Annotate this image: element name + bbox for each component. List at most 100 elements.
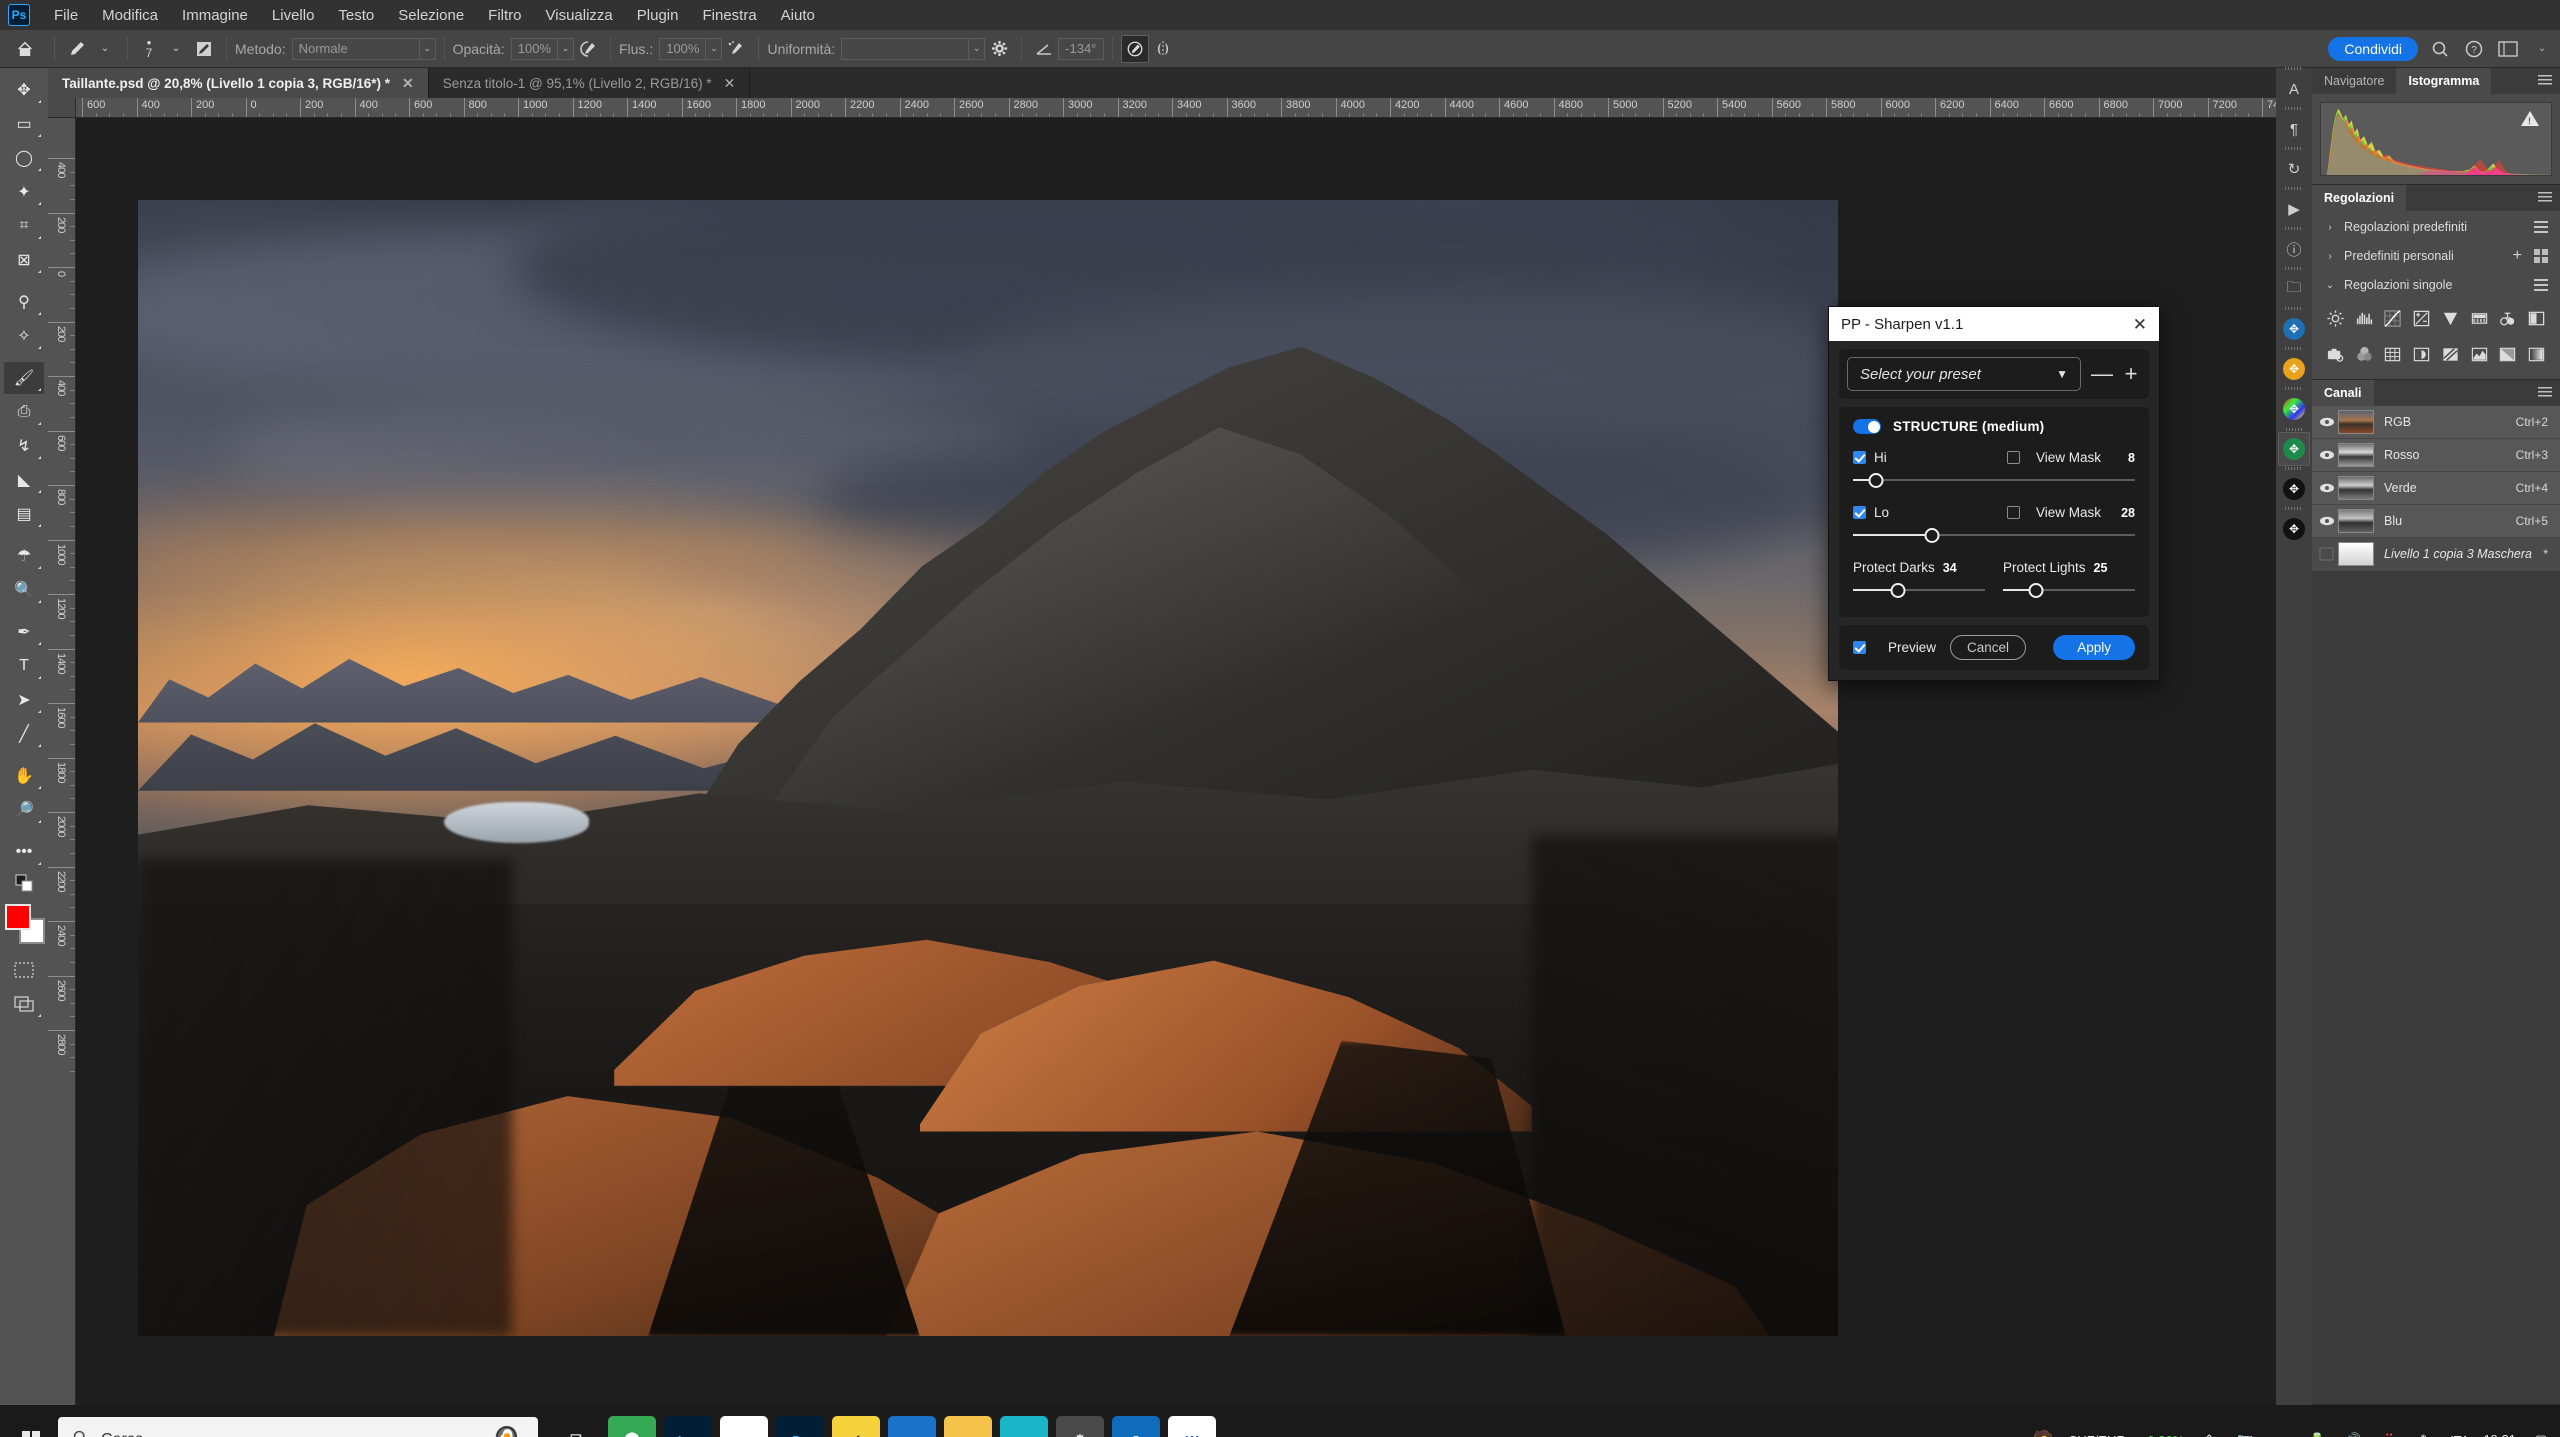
brush-panel-toggle-icon[interactable] bbox=[190, 35, 218, 63]
channel-row[interactable]: RGB Ctrl+2 bbox=[2312, 406, 2560, 439]
canvas-image[interactable] bbox=[138, 200, 1838, 1336]
opacity-value[interactable]: 100% bbox=[510, 37, 558, 60]
plugin-black2-icon[interactable]: ✥ bbox=[2278, 507, 2310, 546]
symmetry-icon[interactable] bbox=[1149, 35, 1177, 63]
dialog-title-bar[interactable]: PP - Sharpen v1.1 ✕ bbox=[1829, 307, 2159, 341]
panel-menu-icon[interactable] bbox=[2538, 75, 2552, 87]
line-shape-tool[interactable]: ╱ bbox=[4, 718, 44, 750]
channel-row[interactable]: Blu Ctrl+5 bbox=[2312, 505, 2560, 538]
channel-row[interactable]: Verde Ctrl+4 bbox=[2312, 472, 2560, 505]
show-hidden-icons-icon[interactable]: ⌃ bbox=[2198, 1429, 2220, 1437]
color-balance-icon[interactable] bbox=[2495, 305, 2522, 331]
structure-toggle[interactable] bbox=[1853, 419, 1881, 434]
menu-aiuto[interactable]: Aiuto bbox=[769, 3, 827, 28]
menu-filtro[interactable]: Filtro bbox=[476, 3, 533, 28]
angle-value[interactable]: -134° bbox=[1058, 37, 1105, 60]
menu-immagine[interactable]: Immagine bbox=[170, 3, 260, 28]
path-selection-tool[interactable]: ➤ bbox=[4, 684, 44, 716]
character-panel-icon[interactable]: A bbox=[2278, 67, 2310, 106]
close-icon[interactable]: ✕ bbox=[724, 75, 736, 92]
panel-menu-icon[interactable] bbox=[2538, 192, 2552, 204]
vertical-ruler[interactable]: 400 200 0 200 400 600 800 1000 1200 1400 1600 1800 2… bbox=[48, 118, 76, 1405]
pen-tool[interactable]: ✒ bbox=[4, 616, 44, 648]
frame-tool[interactable]: ⊠ bbox=[4, 244, 44, 276]
volume-icon[interactable]: 🔊 bbox=[2342, 1429, 2364, 1437]
plus-icon[interactable]: + bbox=[2513, 248, 2522, 264]
flow-value[interactable]: 100% bbox=[659, 37, 707, 60]
flow-chevron-icon[interactable]: ⌄ bbox=[706, 37, 723, 60]
tab-regolazioni[interactable]: Regolazioni bbox=[2312, 185, 2407, 211]
eye-visible-icon[interactable] bbox=[2316, 449, 2338, 461]
channel-mixer-icon[interactable] bbox=[2351, 341, 2378, 367]
crop-tool[interactable]: ⌗ bbox=[4, 210, 44, 242]
horizontal-ruler[interactable]: 600 400 200 0 200 400 600 800 1000 1200 1400 1600 18… bbox=[76, 98, 2276, 118]
menu-plugin[interactable]: Plugin bbox=[625, 3, 691, 28]
list-view-icon[interactable] bbox=[2534, 221, 2548, 233]
hand-tool[interactable]: ✋ bbox=[4, 760, 44, 792]
eyedropper-tool[interactable]: ⚲ bbox=[4, 286, 44, 318]
document-tab-1[interactable]: Senza titolo-1 @ 95,1% (Livello 2, RGB/1… bbox=[428, 68, 751, 98]
battery-icon[interactable]: 🔋 bbox=[2306, 1429, 2328, 1437]
method-value[interactable]: Normale bbox=[291, 37, 420, 60]
start-button[interactable] bbox=[8, 1417, 54, 1437]
vibrance-icon[interactable] bbox=[2437, 305, 2464, 331]
language-indicator[interactable]: ITA bbox=[2450, 1433, 2469, 1437]
home-icon[interactable] bbox=[10, 34, 40, 64]
opacity-chevron-icon[interactable]: ⌄ bbox=[557, 37, 574, 60]
taskbar-settings-icon[interactable]: ⚙ bbox=[1056, 1416, 1104, 1437]
hi-checkbox[interactable] bbox=[1853, 451, 1866, 464]
histogram-warning-icon[interactable] bbox=[2521, 111, 2539, 126]
remove-preset-button[interactable]: — bbox=[2091, 363, 2113, 385]
lo-slider[interactable] bbox=[1853, 524, 2135, 546]
marquee-tool[interactable]: ▭ bbox=[4, 108, 44, 140]
pen-icon[interactable]: ✎ bbox=[2414, 1429, 2436, 1437]
taskbar-app-green-icon[interactable] bbox=[720, 1416, 768, 1437]
play-panel-icon[interactable]: ▶ bbox=[2278, 187, 2310, 226]
color-lookup-icon[interactable] bbox=[2380, 341, 2407, 367]
type-tool[interactable]: T bbox=[4, 650, 44, 682]
channel-row[interactable]: Livello 1 copia 3 Maschera * bbox=[2312, 538, 2560, 571]
grid-view-icon[interactable] bbox=[2534, 249, 2548, 263]
menu-file[interactable]: File bbox=[42, 3, 90, 28]
taskbar-photoshop-icon[interactable]: Ps bbox=[776, 1416, 824, 1437]
tab-istogramma[interactable]: Istogramma bbox=[2396, 68, 2492, 94]
clock[interactable]: 19:21 bbox=[2483, 1432, 2516, 1437]
gradient-map-icon[interactable] bbox=[2495, 341, 2522, 367]
apply-button[interactable]: Apply bbox=[2053, 635, 2135, 660]
close-icon[interactable]: ✕ bbox=[2133, 316, 2147, 333]
protect-darks-slider[interactable] bbox=[1853, 579, 1985, 601]
eraser-tool[interactable]: ◣ bbox=[4, 464, 44, 496]
lo-checkbox[interactable] bbox=[1853, 506, 1866, 519]
preset-select[interactable]: Select your preset ▼ bbox=[1847, 357, 2081, 391]
eye-visible-icon[interactable] bbox=[2316, 482, 2338, 494]
taskbar-app-blue-icon[interactable] bbox=[888, 1416, 936, 1437]
libraries-panel-icon[interactable]: 🗀 bbox=[2278, 267, 2310, 306]
invert-icon[interactable] bbox=[2408, 341, 2435, 367]
info-panel-icon[interactable]: ⓘ bbox=[2278, 227, 2310, 266]
menu-finestra[interactable]: Finestra bbox=[690, 3, 768, 28]
lasso-tool[interactable]: ◯ bbox=[4, 142, 44, 174]
search-icon[interactable] bbox=[2428, 37, 2452, 61]
workspace-icon[interactable] bbox=[2496, 37, 2520, 61]
smoothing-chevron-icon[interactable]: ⌄ bbox=[969, 37, 986, 60]
menu-livello[interactable]: Livello bbox=[260, 3, 327, 28]
edit-toolbar-button[interactable]: ••• bbox=[4, 836, 44, 868]
add-preset-button[interactable]: + bbox=[2121, 363, 2141, 385]
history-brush-tool[interactable]: ↯ bbox=[4, 430, 44, 462]
list-view-icon[interactable] bbox=[2534, 279, 2548, 291]
plugin-black-icon[interactable]: ✥ bbox=[2278, 467, 2310, 506]
blur-tool[interactable]: ☂ bbox=[4, 540, 44, 572]
selective-color-icon[interactable] bbox=[2523, 341, 2550, 367]
taskbar-chrome-icon[interactable] bbox=[608, 1416, 656, 1437]
preview-checkbox[interactable] bbox=[1853, 641, 1866, 654]
tablet-pressure-icon[interactable] bbox=[1121, 34, 1150, 63]
taskbar-task-view-icon[interactable]: ❏ bbox=[552, 1416, 600, 1437]
black-white-icon[interactable] bbox=[2523, 305, 2550, 331]
actions-panel-icon[interactable]: ↻ bbox=[2278, 147, 2310, 186]
stock-ticker-label[interactable]: CHF/EUR bbox=[2068, 1433, 2126, 1437]
sharpen-dialog[interactable]: PP - Sharpen v1.1 ✕ Select your preset ▼… bbox=[1828, 306, 2160, 681]
levels-icon[interactable] bbox=[2351, 305, 2378, 331]
eye-visible-icon[interactable] bbox=[2316, 416, 2338, 428]
method-chevron-icon[interactable]: ⌄ bbox=[419, 37, 436, 60]
clone-stamp-tool[interactable]: ⎙ bbox=[4, 396, 44, 428]
